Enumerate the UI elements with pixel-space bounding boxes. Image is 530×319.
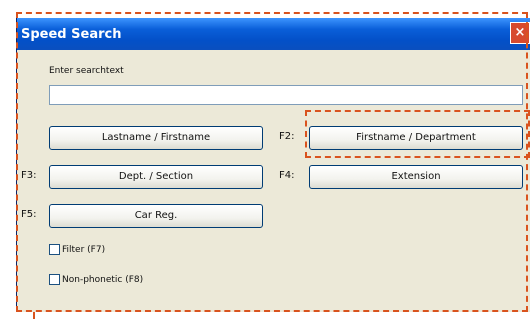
title-bar[interactable]: Speed Search × [17, 18, 530, 50]
f3-key-label: F3: [21, 170, 37, 181]
search-input[interactable] [49, 85, 523, 105]
f2-key-label: F2: [279, 131, 295, 142]
dept-section-button[interactable]: Dept. / Section [49, 165, 263, 189]
f5-key-label: F5: [21, 209, 37, 220]
f4-key-label: F4: [279, 170, 295, 181]
annotation-tick [33, 312, 35, 319]
filter-checkbox[interactable]: Filter (F7) [49, 244, 105, 255]
firstname-department-button[interactable]: Firstname / Department [309, 126, 523, 150]
lastname-firstname-button[interactable]: Lastname / Firstname [49, 126, 263, 150]
window-title: Speed Search [21, 27, 122, 42]
filter-checkbox-label: Filter (F7) [62, 244, 106, 255]
non-phonetic-checkbox-label: Non-phonetic (F8) [62, 274, 144, 285]
close-button[interactable]: × [510, 22, 530, 44]
non-phonetic-checkbox[interactable]: Non-phonetic (F8) [49, 274, 143, 285]
search-label: Enter searchtext [49, 66, 124, 76]
speed-search-dialog: Speed Search × Enter searchtext Lastname… [16, 18, 530, 312]
extension-button[interactable]: Extension [309, 165, 523, 189]
filter-checkbox-box[interactable] [49, 244, 60, 255]
close-icon: × [514, 25, 526, 40]
car-reg-button[interactable]: Car Reg. [49, 204, 263, 228]
non-phonetic-checkbox-box[interactable] [49, 274, 60, 285]
